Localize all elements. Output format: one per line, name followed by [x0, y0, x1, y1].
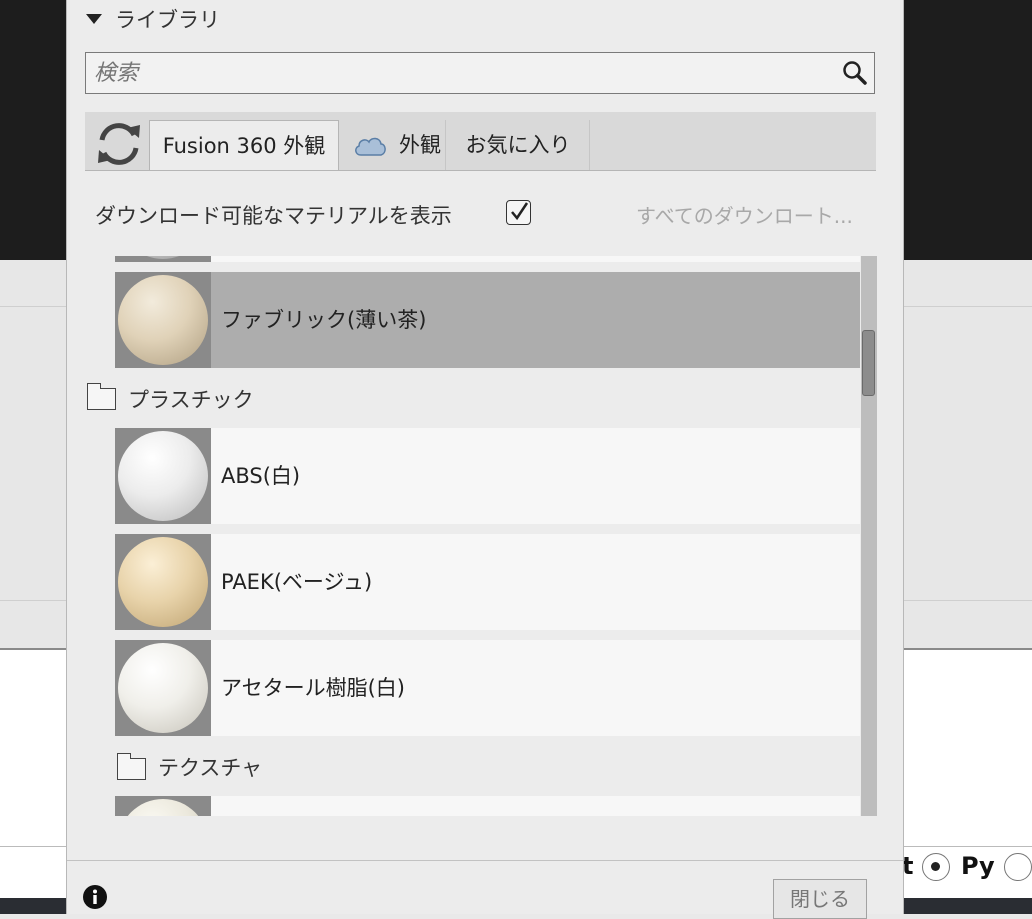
list-item-selected[interactable]: ファブリック(薄い茶): [115, 272, 860, 368]
material-thumbnail: [115, 428, 211, 524]
folder-row[interactable]: テクスチャ: [115, 742, 845, 792]
material-thumbnail: [115, 640, 211, 736]
material-thumbnail: [115, 272, 211, 368]
tab-fusion-360-appearance[interactable]: Fusion 360 外観: [149, 120, 339, 170]
list-item[interactable]: [115, 796, 860, 816]
material-sphere: [118, 256, 208, 259]
show-downloadable-label: ダウンロード可能なマテリアルを表示: [95, 204, 452, 228]
tab-label: お気に入り: [465, 133, 571, 157]
library-tabs: Fusion 360 外観 外観 お気に入り: [85, 112, 876, 171]
material-name: ファブリック(薄い茶): [221, 308, 427, 332]
checkmark-icon: [511, 202, 529, 221]
triangle-down-icon: [86, 14, 102, 24]
folder-icon: [116, 753, 146, 780]
scrollbar-thumb[interactable]: [862, 330, 875, 396]
tab-appearance[interactable]: 外観: [341, 120, 446, 170]
material-sphere: [118, 275, 208, 365]
tab-favorites[interactable]: お気に入り: [447, 120, 590, 170]
material-browser-dialog: ライブラリ Fusion 360 外観 外観 お気に入り: [66, 0, 904, 919]
sync-button[interactable]: [87, 114, 149, 172]
material-sphere: [118, 799, 208, 816]
material-name: アセタール樹脂(白): [221, 676, 405, 700]
footer-divider: [67, 860, 903, 861]
list-item[interactable]: [115, 256, 860, 262]
radio-dot: [931, 862, 940, 871]
tab-label: 外観: [399, 133, 441, 157]
show-downloadable-checkbox[interactable]: [506, 200, 531, 225]
material-thumbnail: [115, 256, 211, 262]
info-icon[interactable]: [82, 884, 108, 910]
folder-icon: [86, 383, 116, 410]
radio-button-selected[interactable]: [922, 853, 950, 881]
folder-label: プラスチック: [128, 388, 254, 412]
folder-row[interactable]: プラスチック: [85, 372, 845, 422]
material-thumbnail: [115, 534, 211, 630]
material-name: ABS(白): [221, 464, 301, 488]
list-item[interactable]: アセタール樹脂(白): [115, 640, 860, 736]
search-icon[interactable]: [842, 60, 868, 86]
library-title: ライブラリ: [115, 8, 220, 32]
radio-py-label: Py: [961, 852, 995, 880]
close-button-label: 閉じる: [790, 887, 850, 911]
tab-label: Fusion 360 外観: [162, 134, 326, 158]
material-sphere: [118, 431, 208, 521]
material-sphere: [118, 643, 208, 733]
material-list: ファブリック(薄い茶) プラスチック ABS(白) PAEK(ベージュ) アセタ…: [85, 256, 877, 816]
radio-button-empty[interactable]: [1004, 853, 1032, 881]
close-button[interactable]: 閉じる: [773, 879, 867, 919]
folder-label: テクスチャ: [158, 756, 263, 780]
material-name: PAEK(ベージュ): [221, 570, 373, 594]
vertical-scrollbar[interactable]: [861, 256, 877, 816]
search-input[interactable]: [86, 53, 826, 93]
search-field[interactable]: [85, 52, 875, 94]
download-all-link[interactable]: すべてのダウンロート...: [636, 200, 853, 229]
list-item[interactable]: ABS(白): [115, 428, 860, 524]
material-sphere: [118, 537, 208, 627]
cloud-icon: [355, 137, 386, 156]
material-thumbnail: [115, 796, 211, 816]
sync-icon: [98, 123, 140, 165]
list-item[interactable]: PAEK(ベージュ): [115, 534, 860, 630]
